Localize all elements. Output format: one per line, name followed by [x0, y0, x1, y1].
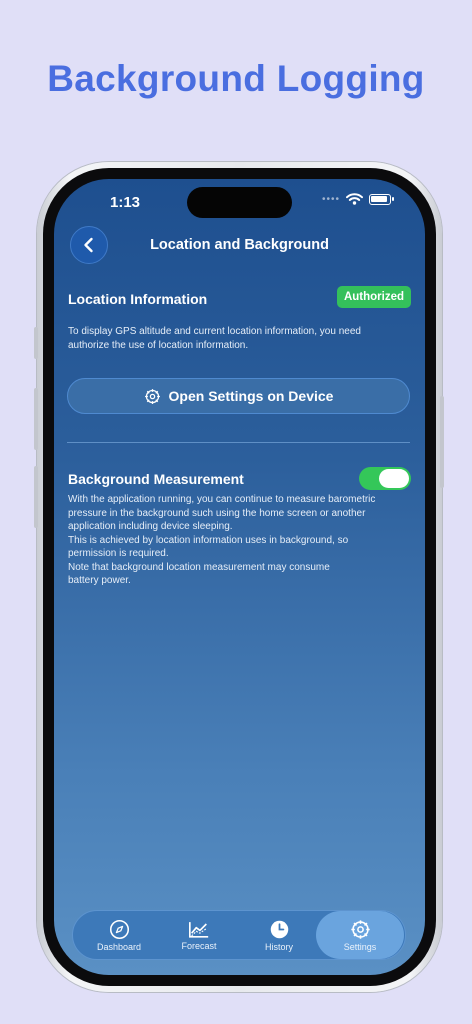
- action-button: [34, 327, 38, 359]
- status-icons: ••••: [321, 193, 394, 205]
- clock-icon: [270, 920, 288, 938]
- volume-down-button: [34, 466, 38, 528]
- tab-forecast[interactable]: Forecast: [159, 911, 239, 959]
- section-divider: [67, 442, 410, 443]
- location-section-title: Location Information: [68, 291, 208, 307]
- open-settings-button[interactable]: Open Settings on Device: [67, 378, 410, 414]
- nav-title: Location and Background: [150, 237, 329, 253]
- battery-icon: [369, 193, 394, 205]
- gear-icon: [144, 388, 160, 404]
- authorized-badge: Authorized: [336, 286, 411, 308]
- status-time: 1:13: [110, 194, 141, 211]
- tab-settings[interactable]: Settings: [316, 911, 404, 959]
- power-button: [440, 396, 444, 488]
- phone-screen: 1:13 •••• Location and Background Locati…: [54, 179, 425, 975]
- dynamic-island: [187, 187, 292, 218]
- open-settings-label: Open Settings on Device: [168, 388, 334, 404]
- gear-icon: [350, 919, 370, 939]
- page-headline: Background Logging: [47, 58, 425, 99]
- volume-up-button: [34, 388, 38, 450]
- background-measurement-toggle[interactable]: [359, 467, 411, 490]
- chart-icon: [189, 921, 209, 938]
- background-section-title: Background Measurement: [68, 471, 244, 487]
- toggle-knob: [379, 469, 409, 488]
- location-description: To display GPS altitude and current loca…: [68, 326, 361, 351]
- signal-icon: ••••: [321, 193, 340, 205]
- background-description: With the application running, you can co…: [68, 494, 376, 586]
- tab-history[interactable]: History: [239, 911, 319, 959]
- tab-bar: Dashboard Forecast History Settings: [72, 910, 406, 960]
- wifi-icon: [346, 193, 363, 205]
- compass-icon: [109, 919, 129, 939]
- tab-dashboard[interactable]: Dashboard: [79, 911, 159, 959]
